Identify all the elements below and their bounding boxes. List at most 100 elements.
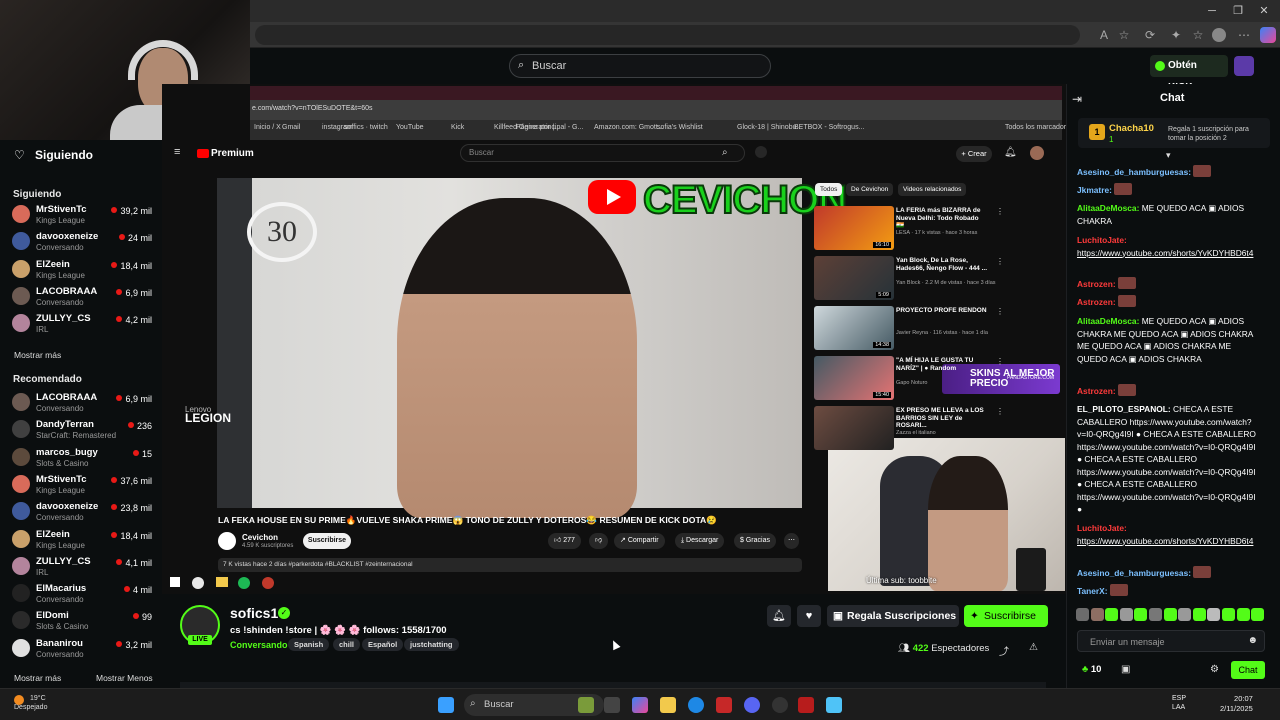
- chat-username[interactable]: Jkmatre:: [1077, 185, 1114, 195]
- rec-thumbnail: 5:09: [814, 256, 894, 300]
- emote-icon[interactable]: [1163, 608, 1177, 621]
- tag-spanish[interactable]: Spanish: [288, 638, 330, 651]
- emote-icon[interactable]: [1076, 608, 1089, 621]
- collapse-chat-icon[interactable]: ⇥: [1072, 92, 1082, 106]
- explorer-icon[interactable]: [660, 697, 676, 713]
- emote-icon[interactable]: [1178, 608, 1192, 621]
- sidebar-item-recommended[interactable]: davooxeneize Conversando 23,8 mil: [12, 499, 154, 525]
- chat-settings-icon[interactable]: ⚙: [1210, 664, 1219, 675]
- chat-username[interactable]: Asesino_de_hamburguesas:: [1077, 568, 1193, 578]
- extensions-icon[interactable]: ⟳: [1142, 27, 1158, 43]
- chat-username[interactable]: TanerX:: [1077, 586, 1110, 596]
- taskbar-clock[interactable]: 20:07 2/11/2025: [1220, 694, 1253, 714]
- clock-time: 20:07: [1234, 694, 1253, 703]
- tag-justchatting[interactable]: justchatting: [404, 638, 459, 651]
- rec-duration: 14:38: [873, 342, 891, 348]
- sidebar-item-following[interactable]: ZULLYY_CS IRL 4,2 mil: [12, 311, 154, 337]
- maximize-button[interactable]: ❐: [1228, 3, 1248, 19]
- chat-username[interactable]: Astrozen:: [1077, 386, 1118, 396]
- sidebar-item-recommended[interactable]: ElZeein Kings League 18,4 mil: [12, 527, 154, 553]
- emote-icon[interactable]: [1149, 608, 1162, 621]
- subscribe-button[interactable]: ✦ Suscribirse: [964, 605, 1048, 627]
- language-indicator[interactable]: ESP LAA: [1172, 694, 1186, 712]
- gift-chat-icon[interactable]: ▣: [1121, 664, 1130, 675]
- emote-icon[interactable]: [1119, 608, 1133, 621]
- tag-español[interactable]: Español: [362, 638, 404, 651]
- stream-category[interactable]: Conversando: [230, 640, 288, 650]
- emote-icon[interactable]: [1090, 608, 1104, 621]
- collections-icon[interactable]: ☆: [1190, 27, 1206, 43]
- start-icon[interactable]: [438, 697, 454, 713]
- chat-username[interactable]: LuchitoJate:: [1077, 235, 1127, 245]
- sidebar-item-recommended[interactable]: LACOBRAAA Conversando 6,9 mil: [12, 390, 154, 416]
- chevron-down-icon[interactable]: ▾: [1166, 150, 1171, 161]
- sidebar-item-following[interactable]: ElZeein Kings League 18,4 mil: [12, 257, 154, 283]
- emote-icon[interactable]: [1251, 608, 1265, 621]
- chat-username[interactable]: AlitaaDeMosca:: [1077, 316, 1142, 326]
- sidebar-item-following[interactable]: MrStivenTc Kings League 39,2 mil: [12, 202, 154, 228]
- star-icon[interactable]: ☆: [1116, 27, 1132, 43]
- url-field[interactable]: [255, 25, 1080, 45]
- sidebar-item-recommended[interactable]: DandyTerran StarCraft: Remastered 236: [12, 417, 154, 443]
- gift-subs-button[interactable]: ▣ Regala Suscripciones: [827, 605, 959, 627]
- emoji-icon[interactable]: ☻: [1247, 635, 1258, 646]
- show-less-button[interactable]: Mostrar Menos: [96, 673, 153, 683]
- sidebar-item-recommended[interactable]: MrStivenTc Kings League 37,6 mil: [12, 472, 154, 498]
- profile-icon[interactable]: [1212, 28, 1226, 42]
- chat-username[interactable]: Asesino_de_hamburguesas:: [1077, 167, 1193, 177]
- emote-icon[interactable]: [1222, 608, 1235, 621]
- sidebar-item-recommended[interactable]: marcos_bugy Slots & Casino 15: [12, 445, 154, 471]
- emote-icon[interactable]: [1192, 608, 1206, 621]
- follow-heart-button[interactable]: ♥: [797, 605, 821, 627]
- shared-url: e.com/watch?v=nTOlESuDOTE&t=60s: [252, 105, 373, 112]
- favorites-icon[interactable]: ✦: [1168, 27, 1184, 43]
- chat-send-button[interactable]: Chat: [1231, 661, 1265, 679]
- copilot-icon[interactable]: [1260, 27, 1276, 43]
- discord-icon[interactable]: [744, 697, 760, 713]
- sidebar-item-recommended[interactable]: ZULLYY_CS IRL 4,1 mil: [12, 554, 154, 580]
- translate-icon[interactable]: A: [1096, 27, 1112, 43]
- emote-icon[interactable]: [1134, 608, 1148, 621]
- channel-name[interactable]: sofics1: [230, 605, 278, 621]
- emote-icon[interactable]: [1236, 608, 1250, 621]
- sidebar-item-following[interactable]: davooxeneize Conversando 24 mil: [12, 229, 154, 255]
- search-input[interactable]: ⌕ Buscar: [509, 54, 771, 78]
- obs-taskbar-icon[interactable]: [772, 697, 788, 713]
- wps-icon[interactable]: [716, 697, 732, 713]
- task-view-icon[interactable]: [604, 697, 620, 713]
- widget-icon[interactable]: [578, 697, 594, 713]
- sidebar-item-recommended[interactable]: ElMacarius Conversando 4 mil: [12, 581, 154, 607]
- kicks-balance[interactable]: ♣ 10: [1082, 664, 1101, 675]
- close-window-button[interactable]: ✕: [1254, 3, 1274, 19]
- sidebar-item-recommended[interactable]: ElDomi Slots & Casino 99: [12, 608, 154, 634]
- weather-widget[interactable]: 19°C Despejado: [14, 694, 47, 712]
- notepad-icon[interactable]: [826, 697, 842, 713]
- sidebar-item-following[interactable]: LACOBRAAA Conversando 6,9 mil: [12, 284, 154, 310]
- emote-icon[interactable]: [1207, 608, 1221, 621]
- tag-chill[interactable]: chill: [333, 638, 361, 651]
- share-icon[interactable]: ⤴: [999, 643, 1009, 658]
- edge-icon[interactable]: [688, 697, 704, 713]
- chat-input[interactable]: Enviar un mensaje ☻: [1077, 630, 1265, 652]
- notification-bell-button[interactable]: 🔔︎: [767, 605, 791, 627]
- chat-username[interactable]: LuchitoJate:: [1077, 523, 1127, 533]
- chat-link[interactable]: https://www.youtube.com/shorts/YvKDYHBD6…: [1077, 248, 1253, 258]
- copilot-taskbar-icon[interactable]: [632, 697, 648, 713]
- emote-icon[interactable]: [1105, 608, 1119, 621]
- chat-username[interactable]: Astrozen:: [1077, 297, 1118, 307]
- chat-username[interactable]: EL_PILOTO_ESPANOL:: [1077, 404, 1173, 414]
- chat-username[interactable]: Astrozen:: [1077, 279, 1118, 289]
- sidebar-item-recommended[interactable]: Bananirou Conversando 3,2 mil: [12, 636, 154, 662]
- show-more-recommended[interactable]: Mostrar más: [14, 673, 61, 683]
- rec-title: Yan Block, De La Rose, Hades66, Ñengo Fl…: [896, 257, 988, 272]
- chat-link[interactable]: https://www.youtube.com/shorts/YvKDYHBD6…: [1077, 536, 1253, 546]
- get-kicks-button[interactable]: Obtén KICKs: [1150, 55, 1228, 93]
- more-icon[interactable]: ⋯: [1236, 27, 1252, 43]
- chat-username[interactable]: AlitaaDeMosca:: [1077, 203, 1142, 213]
- show-more-following[interactable]: Mostrar más: [14, 350, 61, 360]
- report-icon[interactable]: ⚠: [1029, 642, 1038, 653]
- minimize-button[interactable]: ─: [1202, 3, 1222, 19]
- user-avatar[interactable]: [1234, 56, 1254, 76]
- capcut-icon[interactable]: [798, 697, 814, 713]
- last-sub-overlay: Última sub: toobbite: [866, 576, 937, 585]
